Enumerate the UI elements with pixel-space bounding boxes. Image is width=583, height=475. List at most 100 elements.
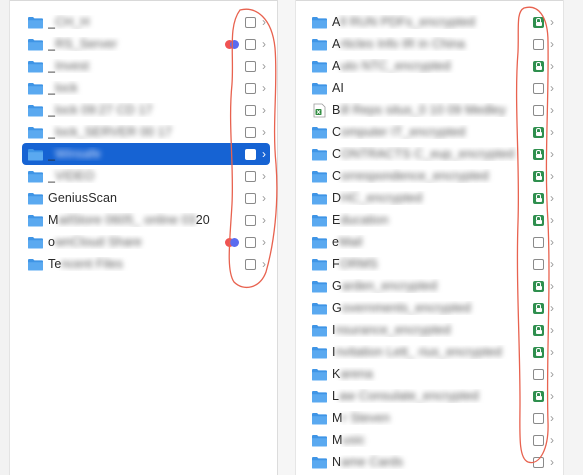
chevron-right-icon[interactable]: › bbox=[258, 59, 270, 73]
chevron-right-icon[interactable]: › bbox=[546, 389, 558, 403]
checkbox-icon[interactable] bbox=[245, 192, 256, 204]
chevron-right-icon[interactable]: › bbox=[546, 125, 558, 139]
chevron-right-icon[interactable]: › bbox=[546, 257, 558, 271]
chevron-right-icon[interactable]: › bbox=[546, 147, 558, 161]
folder-row[interactable]: CONTRACTS C_eup_encrypted › bbox=[306, 143, 558, 165]
folder-row[interactable]: Insurance_encrypted › bbox=[306, 319, 558, 341]
folder-row[interactable]: ownCloud Share › bbox=[22, 231, 270, 253]
chevron-right-icon[interactable]: › bbox=[258, 81, 270, 95]
checkbox-icon[interactable] bbox=[245, 236, 256, 248]
folder-row[interactable]: MailStore 0605_ online 0320 › bbox=[22, 209, 270, 231]
folder-row[interactable]: GeniusScan › bbox=[22, 187, 270, 209]
lock-icon[interactable] bbox=[533, 170, 544, 182]
chevron-right-icon[interactable]: › bbox=[258, 213, 270, 227]
chevron-right-icon[interactable]: › bbox=[546, 213, 558, 227]
checkbox-icon[interactable] bbox=[533, 368, 544, 380]
checkbox-icon[interactable] bbox=[533, 456, 544, 468]
checkbox-icon[interactable] bbox=[245, 82, 256, 94]
folder-row[interactable]: Correspondence_encrypted › bbox=[306, 165, 558, 187]
chevron-right-icon[interactable]: › bbox=[546, 191, 558, 205]
lock-icon[interactable] bbox=[533, 390, 544, 402]
chevron-right-icon[interactable]: › bbox=[258, 147, 270, 161]
folder-row[interactable]: Name Cards › bbox=[306, 451, 558, 473]
checkbox-icon[interactable] bbox=[533, 82, 544, 94]
chevron-right-icon[interactable]: › bbox=[258, 257, 270, 271]
checkbox-icon[interactable] bbox=[533, 104, 544, 116]
checkbox-icon[interactable] bbox=[245, 60, 256, 72]
checkbox-icon[interactable] bbox=[245, 38, 256, 50]
folder-row[interactable]: Articles Info IR in China › bbox=[306, 33, 558, 55]
chevron-right-icon[interactable]: › bbox=[546, 345, 558, 359]
folder-row[interactable]: _lock 09:27 CD 17 › bbox=[22, 99, 270, 121]
chevron-right-icon[interactable]: › bbox=[546, 323, 558, 337]
chevron-right-icon[interactable]: › bbox=[258, 15, 270, 29]
folder-row[interactable]: FORMS › bbox=[306, 253, 558, 275]
folder-row[interactable]: _CH_H › bbox=[22, 11, 270, 33]
folder-row[interactable]: Bill Reps situs_0 10 09 Medley › bbox=[306, 99, 558, 121]
lock-icon[interactable] bbox=[533, 148, 544, 160]
folder-icon bbox=[311, 324, 328, 337]
lock-icon[interactable] bbox=[533, 346, 544, 358]
checkbox-icon[interactable] bbox=[245, 148, 256, 160]
folder-row[interactable]: AI › bbox=[306, 77, 558, 99]
checkbox-icon[interactable] bbox=[245, 104, 256, 116]
chevron-right-icon[interactable]: › bbox=[258, 169, 270, 183]
lock-icon[interactable] bbox=[533, 214, 544, 226]
checkbox-icon[interactable] bbox=[533, 236, 544, 248]
chevron-right-icon[interactable]: › bbox=[546, 455, 558, 469]
folder-row[interactable]: All RUN PDFs_encrypted › bbox=[306, 11, 558, 33]
chevron-right-icon[interactable]: › bbox=[546, 37, 558, 51]
lock-icon[interactable] bbox=[533, 60, 544, 72]
folder-row[interactable]: Invitation Lett_ rius_encrypted › bbox=[306, 341, 558, 363]
selected-folder-row[interactable]: _Winsafe › bbox=[22, 143, 270, 165]
lock-icon[interactable] bbox=[533, 324, 544, 336]
chevron-right-icon[interactable]: › bbox=[258, 103, 270, 117]
folder-row[interactable]: Education › bbox=[306, 209, 558, 231]
chevron-right-icon[interactable]: › bbox=[546, 411, 558, 425]
folder-row[interactable]: Tencent Files › bbox=[22, 253, 270, 275]
chevron-right-icon[interactable]: › bbox=[546, 169, 558, 183]
lock-icon[interactable] bbox=[533, 16, 544, 28]
checkbox-icon[interactable] bbox=[245, 170, 256, 182]
chevron-right-icon[interactable]: › bbox=[546, 59, 558, 73]
checkbox-icon[interactable] bbox=[533, 434, 544, 446]
folder-row[interactable]: Karena › bbox=[306, 363, 558, 385]
folder-row[interactable]: _lock › bbox=[22, 77, 270, 99]
folder-row[interactable]: _Invest › bbox=[22, 55, 270, 77]
chevron-right-icon[interactable]: › bbox=[258, 37, 270, 51]
folder-row[interactable]: _RS_Server › bbox=[22, 33, 270, 55]
chevron-right-icon[interactable]: › bbox=[258, 191, 270, 205]
folder-row[interactable]: DHC_encrypted › bbox=[306, 187, 558, 209]
checkbox-icon[interactable] bbox=[533, 258, 544, 270]
checkbox-icon[interactable] bbox=[245, 126, 256, 138]
checkbox-icon[interactable] bbox=[245, 258, 256, 270]
checkbox-icon[interactable] bbox=[533, 38, 544, 50]
chevron-right-icon[interactable]: › bbox=[546, 235, 558, 249]
checkbox-icon[interactable] bbox=[245, 214, 256, 226]
lock-icon[interactable] bbox=[533, 302, 544, 314]
chevron-right-icon[interactable]: › bbox=[546, 433, 558, 447]
chevron-right-icon[interactable]: › bbox=[546, 301, 558, 315]
chevron-right-icon[interactable]: › bbox=[546, 367, 558, 381]
checkbox-icon[interactable] bbox=[245, 16, 256, 28]
lock-icon[interactable] bbox=[533, 192, 544, 204]
chevron-right-icon[interactable]: › bbox=[546, 81, 558, 95]
folder-row[interactable]: Music › bbox=[306, 429, 558, 451]
chevron-right-icon[interactable]: › bbox=[546, 15, 558, 29]
chevron-right-icon[interactable]: › bbox=[546, 279, 558, 293]
folder-row[interactable]: _VIDEO › bbox=[22, 165, 270, 187]
folder-row[interactable]: _lock_SERVER 00 17 › bbox=[22, 121, 270, 143]
checkbox-icon[interactable] bbox=[533, 412, 544, 424]
folder-row[interactable]: Auto NTC_encrypted › bbox=[306, 55, 558, 77]
folder-row[interactable]: eMail › bbox=[306, 231, 558, 253]
lock-icon[interactable] bbox=[533, 126, 544, 138]
folder-row[interactable]: Mr Steven › bbox=[306, 407, 558, 429]
chevron-right-icon[interactable]: › bbox=[258, 235, 270, 249]
chevron-right-icon[interactable]: › bbox=[546, 103, 558, 117]
folder-row[interactable]: Law Consulate_encrypted › bbox=[306, 385, 558, 407]
folder-row[interactable]: Garden_encrypted › bbox=[306, 275, 558, 297]
chevron-right-icon[interactable]: › bbox=[258, 125, 270, 139]
lock-icon[interactable] bbox=[533, 280, 544, 292]
folder-row[interactable]: Governments_encrypted › bbox=[306, 297, 558, 319]
folder-row[interactable]: Computer IT_encrypted › bbox=[306, 121, 558, 143]
